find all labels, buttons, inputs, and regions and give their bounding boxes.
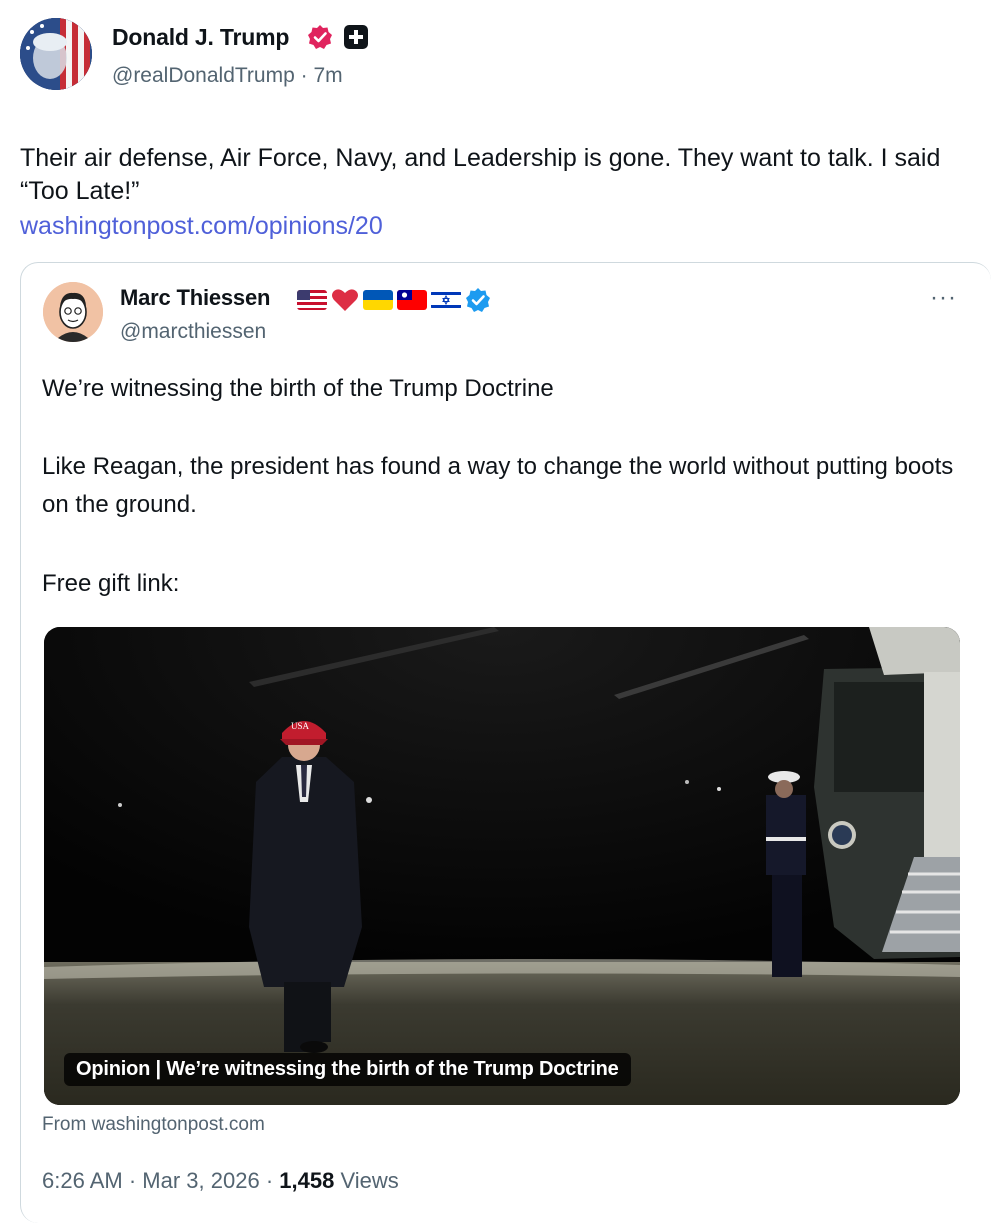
quoted-post-meta: 6:26 AM · Mar 3, 2026 · 1,458 Views xyxy=(42,1168,399,1194)
name-emoji-row xyxy=(297,287,491,313)
quoted-paragraph-3: Free gift link: xyxy=(42,570,180,597)
israel-flag-icon xyxy=(431,290,461,310)
quoted-paragraph-1: We’re witnessing the birth of the Trump … xyxy=(42,375,554,402)
us-flag-icon xyxy=(297,290,327,310)
hat-lettering: USA xyxy=(291,721,310,731)
quoted-post-date[interactable]: Mar 3, 2026 xyxy=(142,1168,259,1193)
views-label: Views xyxy=(340,1168,399,1193)
author-meta: @realDonaldTrump · 7m xyxy=(112,64,343,88)
quoted-author-avatar[interactable] xyxy=(43,282,103,342)
quoted-author-name[interactable]: Marc Thiessen xyxy=(120,285,270,311)
post-text: Their air defense, Air Force, Navy, and … xyxy=(20,144,941,205)
plus-badge-icon xyxy=(344,25,368,49)
verified-blue-icon xyxy=(465,287,491,313)
meta-separator: · xyxy=(300,64,308,87)
meta-separator: · xyxy=(128,1168,137,1193)
author-handle[interactable]: @realDonaldTrump xyxy=(112,64,295,87)
views-count: 1,458 xyxy=(279,1168,335,1193)
link-preview-image[interactable]: USA xyxy=(44,627,960,1105)
author-name[interactable]: Donald J. Trump xyxy=(112,24,289,51)
quoted-paragraph-2: Like Reagan, the president has found a w… xyxy=(42,453,954,518)
link-preview-caption: Opinion | We’re witnessing the birth of … xyxy=(64,1053,631,1086)
more-options-icon[interactable]: ··· xyxy=(930,284,957,312)
author-avatar[interactable] xyxy=(20,18,92,90)
quoted-author-handle[interactable]: @marcthiessen xyxy=(120,320,266,344)
verified-badge-icon xyxy=(307,24,333,50)
post-link[interactable]: washingtonpost.com/opinions/20 xyxy=(20,212,383,241)
taiwan-flag-icon xyxy=(397,290,427,310)
ukraine-flag-icon xyxy=(363,290,393,310)
link-source[interactable]: From washingtonpost.com xyxy=(42,1114,265,1136)
quoted-post-time[interactable]: 6:26 AM xyxy=(42,1168,123,1193)
post-timestamp[interactable]: 7m xyxy=(313,64,342,87)
heart-icon xyxy=(331,288,359,312)
meta-separator: · xyxy=(265,1168,274,1193)
